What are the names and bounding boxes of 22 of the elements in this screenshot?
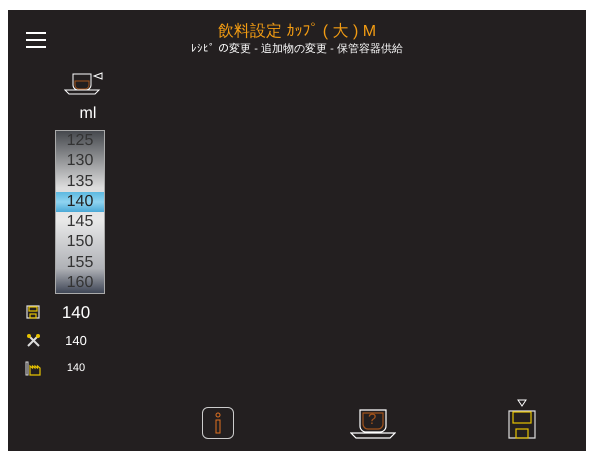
save-icon — [508, 399, 536, 439]
picker-option[interactable]: 140 — [56, 192, 104, 212]
picker-option[interactable]: 130 — [56, 151, 104, 172]
info-button[interactable] — [202, 407, 234, 439]
picker-option[interactable]: 135 — [56, 172, 104, 192]
volume-value: 140 — [60, 302, 92, 324]
help-symbol: ? — [368, 411, 376, 429]
save-button[interactable] — [508, 399, 536, 439]
volume-value: 140 — [66, 361, 86, 376]
cup-icon — [350, 409, 396, 439]
tools-icon — [26, 332, 40, 348]
volume-picker[interactable]: 125 130 135 140 145 150 155 160 — [55, 130, 105, 294]
beverage-title: 飲料設定 ｶｯﾌﾟ ( 大 ) M — [218, 22, 376, 42]
menu-button[interactable] — [26, 32, 46, 48]
volume-value: 140 — [64, 332, 88, 350]
info-icon — [214, 412, 222, 434]
picker-option[interactable]: 155 — [56, 252, 104, 274]
factory-icon — [25, 360, 41, 376]
picker-option[interactable]: 150 — [56, 232, 104, 253]
picker-option[interactable]: 145 — [56, 212, 104, 232]
subtitle: ﾚｼﾋﾟ の変更 - 追加物の変更 - 保管容器供給 — [191, 42, 403, 56]
unit-label: ml — [78, 104, 98, 124]
